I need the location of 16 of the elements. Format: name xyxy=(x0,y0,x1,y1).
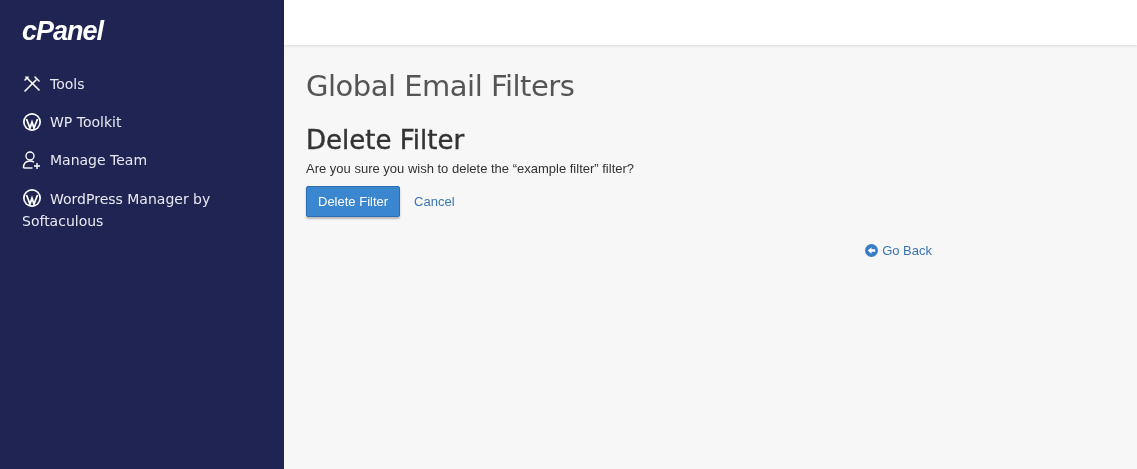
sidebar-item[interactable]: WP Toolkit xyxy=(22,111,262,133)
logo[interactable]: cPanel xyxy=(22,16,104,47)
sidebar-item[interactable]: Manage Team xyxy=(22,149,262,171)
go-back-link[interactable]: Go Back xyxy=(865,243,932,258)
tools-icon xyxy=(22,74,42,94)
wordpress-icon xyxy=(22,188,42,208)
sidebar-item[interactable]: WordPress Manager by Softaculous xyxy=(22,187,262,232)
confirmation-message: Are you sure you wish to delete the “example filter” filter? xyxy=(306,161,635,176)
sidebar-item[interactable]: Tools xyxy=(22,73,262,95)
cancel-link[interactable]: Cancel xyxy=(414,194,455,209)
delete-filter-button[interactable]: Delete Filter xyxy=(306,186,401,217)
add-user-icon xyxy=(22,150,42,170)
wordpress-icon xyxy=(22,112,42,132)
section-heading: Delete Filter xyxy=(306,125,465,155)
page-title: Global Email Filters xyxy=(306,69,575,103)
back-arrow-icon xyxy=(865,244,879,257)
